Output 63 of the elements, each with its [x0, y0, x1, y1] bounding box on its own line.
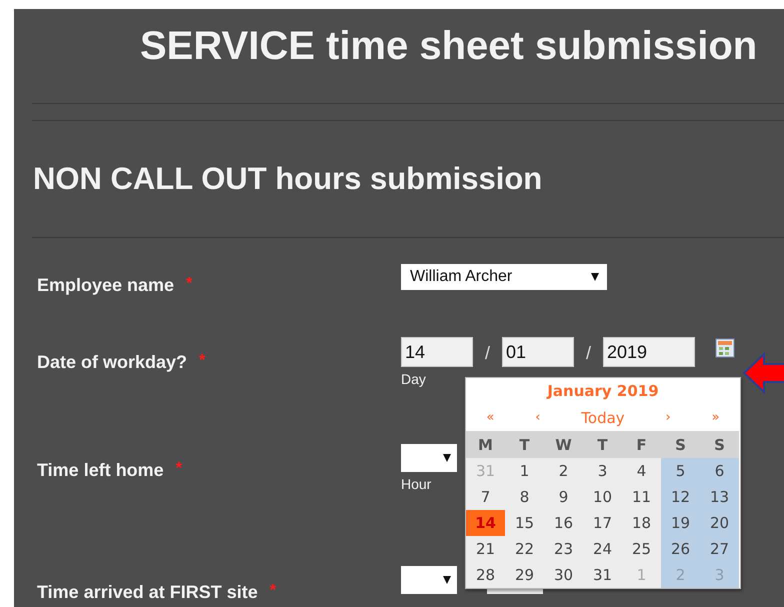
- calendar-day[interactable]: 19: [661, 510, 700, 536]
- calendar-day[interactable]: 13: [700, 484, 739, 510]
- calendar-day[interactable]: 7: [466, 484, 505, 510]
- field-label: Time arrived at FIRST site: [37, 582, 258, 604]
- section-title: NON CALL OUT hours submission: [33, 161, 544, 197]
- weekday-header: F: [635, 436, 648, 454]
- weekday-header: S: [674, 436, 687, 454]
- calendar-day[interactable]: 15: [505, 510, 544, 536]
- calendar-day[interactable]: 22: [505, 536, 544, 562]
- date-input[interactable]: 2019: [603, 337, 695, 367]
- date-separator: /: [484, 342, 491, 364]
- calendar-day[interactable]: 29: [505, 562, 544, 588]
- calendar-day[interactable]: 16: [544, 510, 583, 536]
- calendar-day[interactable]: 25: [622, 536, 661, 562]
- calendar-day[interactable]: 9: [544, 484, 583, 510]
- weekday-header: T: [596, 436, 609, 454]
- calendar-day[interactable]: 1: [505, 458, 544, 484]
- pointer-arrow: [742, 352, 784, 394]
- calendar-day[interactable]: 12: [661, 484, 700, 510]
- caret-icon: [443, 576, 451, 584]
- hour-select[interactable]: [401, 566, 457, 594]
- calendar-day[interactable]: 30: [544, 562, 583, 588]
- caret-icon: [591, 273, 599, 281]
- calendar-day[interactable]: 28: [466, 562, 505, 588]
- calendar-day[interactable]: 23: [544, 536, 583, 562]
- calendar-day[interactable]: 27: [700, 536, 739, 562]
- date-input[interactable]: 01: [502, 337, 574, 367]
- calendar-day[interactable]: 20: [700, 510, 739, 536]
- page-title: SERVICE time sheet submission: [139, 23, 758, 69]
- field-label: Date of workday?: [37, 352, 188, 374]
- required-mark: *: [186, 275, 192, 294]
- weekday-header: S: [713, 436, 726, 454]
- required-mark: *: [199, 352, 206, 371]
- calendar-day[interactable]: 4: [622, 458, 661, 484]
- calendar-day[interactable]: 21: [466, 536, 505, 562]
- date-input[interactable]: 14: [401, 337, 473, 367]
- calendar-day[interactable]: 3: [583, 458, 622, 484]
- weekday-header: T: [518, 436, 531, 454]
- field-label: Employee name: [37, 275, 174, 297]
- calendar-day[interactable]: 26: [661, 536, 700, 562]
- calendar-day[interactable]: 31: [583, 562, 622, 588]
- field-label: Time left home: [37, 460, 164, 482]
- caret-icon: [443, 454, 451, 462]
- weekday-header: W: [554, 436, 573, 454]
- month-title: January 2019: [546, 381, 660, 402]
- field-caption: Hour: [401, 476, 432, 492]
- calendar-day[interactable]: 2: [544, 458, 583, 484]
- calendar-day[interactable]: 24: [583, 536, 622, 562]
- calendar-day[interactable]: 17: [583, 510, 622, 536]
- field-caption: Day: [401, 371, 427, 387]
- calendar-day[interactable]: 10: [583, 484, 622, 510]
- hour-select[interactable]: [401, 444, 457, 472]
- calendar-day[interactable]: 6: [700, 458, 739, 484]
- employee-select[interactable]: William Archer: [401, 264, 607, 290]
- calendar-day[interactable]: 8: [505, 484, 544, 510]
- calendar-icon[interactable]: [715, 338, 735, 358]
- required-mark: *: [176, 460, 182, 479]
- required-mark: *: [270, 582, 276, 601]
- date-separator: /: [584, 342, 592, 364]
- weekday-header: M: [477, 436, 494, 454]
- calendar-day[interactable]: 18: [622, 510, 661, 536]
- calendar-day[interactable]: 11: [622, 484, 661, 510]
- calendar-day[interactable]: 5: [661, 458, 700, 484]
